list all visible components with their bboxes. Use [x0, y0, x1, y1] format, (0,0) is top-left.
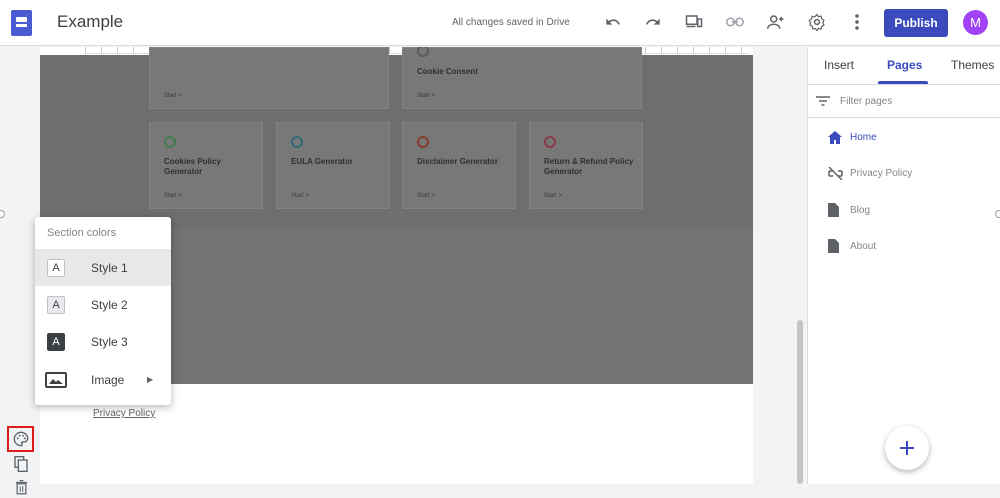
- page-icon: [828, 203, 839, 217]
- section-tools-rail: [0, 47, 40, 494]
- settings-gear-icon[interactable]: [806, 11, 828, 33]
- page-item-about[interactable]: About: [828, 237, 876, 255]
- menu-item-label: Style 1: [91, 260, 128, 275]
- page-label: About: [850, 240, 877, 252]
- plus-icon: [900, 441, 914, 455]
- cookie-icon: [164, 136, 176, 148]
- link-icon[interactable]: [724, 11, 746, 33]
- palette-icon[interactable]: [10, 428, 32, 450]
- home-icon: [828, 130, 842, 144]
- page-item-privacy-policy[interactable]: Privacy Policy: [828, 164, 912, 182]
- card-start-link[interactable]: Start >: [291, 193, 309, 199]
- page-item-blog[interactable]: Blog: [828, 201, 870, 219]
- undo-icon[interactable]: [602, 11, 624, 33]
- page-icon: [828, 239, 839, 253]
- card-title: Return & Refund Policy Generator: [544, 157, 634, 176]
- cookie-icon: [417, 47, 429, 57]
- add-page-button[interactable]: [885, 426, 929, 470]
- menu-item-label: Style 3: [91, 334, 128, 349]
- card-cookie-consent[interactable]: Cookie Consent Start >: [402, 47, 642, 109]
- filter-icon: [816, 96, 830, 106]
- delete-section-icon[interactable]: [10, 476, 32, 498]
- page-item-home[interactable]: Home: [828, 128, 877, 146]
- style-grey-icon: A: [47, 295, 65, 314]
- card-return-refund[interactable]: Return & Refund Policy Generator Start >: [529, 122, 643, 209]
- card-title: Cookie Consent: [417, 67, 478, 76]
- footer-privacy-link[interactable]: Privacy Policy: [93, 408, 155, 419]
- hidden-link-icon: [828, 166, 843, 180]
- card-cookies-policy[interactable]: Cookies Policy Generator Start >: [149, 122, 263, 209]
- card-title: Disclaimer Generator: [417, 157, 498, 166]
- canvas-scrollbar[interactable]: [797, 320, 803, 484]
- preview-devices-icon[interactable]: [683, 11, 705, 33]
- more-vert-icon[interactable]: [846, 11, 868, 33]
- card-start-link[interactable]: Start >: [544, 193, 562, 199]
- style-light-icon: A: [47, 258, 65, 277]
- avatar[interactable]: M: [963, 10, 988, 35]
- sites-app-icon[interactable]: [11, 10, 32, 36]
- gear-icon: [291, 136, 303, 148]
- page-label: Blog: [850, 204, 871, 216]
- menu-header: Section colors: [47, 227, 117, 239]
- menu-item-image[interactable]: Image ▶: [35, 361, 171, 398]
- card-disclaimer[interactable]: Disclaimer Generator Start >: [402, 122, 516, 209]
- right-edge-handle[interactable]: [995, 210, 1000, 218]
- menu-item-style-1[interactable]: A Style 1: [35, 249, 171, 286]
- page-label: Home: [850, 131, 877, 143]
- tab-pages[interactable]: Pages: [887, 58, 922, 72]
- top-bar: Example All changes saved in Drive Publi…: [0, 0, 1000, 46]
- section-colors-menu: Section colors A Style 1 A Style 2 A Sty…: [35, 217, 171, 405]
- menu-item-style-3[interactable]: A Style 3: [35, 323, 171, 360]
- submenu-arrow-icon: ▶: [147, 375, 154, 384]
- tab-themes[interactable]: Themes: [951, 58, 994, 72]
- card-top-left[interactable]: Start >: [149, 47, 389, 109]
- menu-item-label: Style 2: [91, 297, 128, 312]
- site-title[interactable]: Example: [57, 12, 123, 32]
- card-start-link[interactable]: Start >: [417, 93, 435, 99]
- redo-icon[interactable]: [642, 11, 664, 33]
- duplicate-section-icon[interactable]: [10, 453, 32, 475]
- filter-divider: [808, 117, 1000, 118]
- save-status: All changes saved in Drive: [452, 17, 570, 28]
- menu-item-style-2[interactable]: A Style 2: [35, 286, 171, 323]
- page-label: Privacy Policy: [850, 167, 913, 179]
- card-start-link[interactable]: Start >: [164, 193, 182, 199]
- filter-pages-input[interactable]: Filter pages: [816, 92, 994, 110]
- card-start-link[interactable]: Start >: [164, 93, 182, 99]
- alert-icon: [417, 136, 429, 148]
- target-icon: [544, 136, 556, 148]
- card-title: Cookies Policy Generator: [164, 157, 221, 176]
- image-icon: [45, 371, 67, 388]
- side-panel: Insert Pages Themes Filter pages Home Pr…: [807, 47, 1000, 484]
- card-title: EULA Generator: [291, 157, 353, 166]
- card-eula[interactable]: EULA Generator Start >: [276, 122, 390, 209]
- publish-button[interactable]: Publish: [884, 9, 948, 37]
- filter-placeholder: Filter pages: [840, 95, 893, 107]
- style-dark-icon: A: [47, 332, 65, 351]
- menu-item-label: Image: [91, 372, 125, 387]
- share-add-person-icon[interactable]: [765, 11, 787, 33]
- tabs-divider: [808, 84, 1000, 85]
- tab-insert[interactable]: Insert: [824, 58, 854, 72]
- card-start-link[interactable]: Start >: [417, 193, 435, 199]
